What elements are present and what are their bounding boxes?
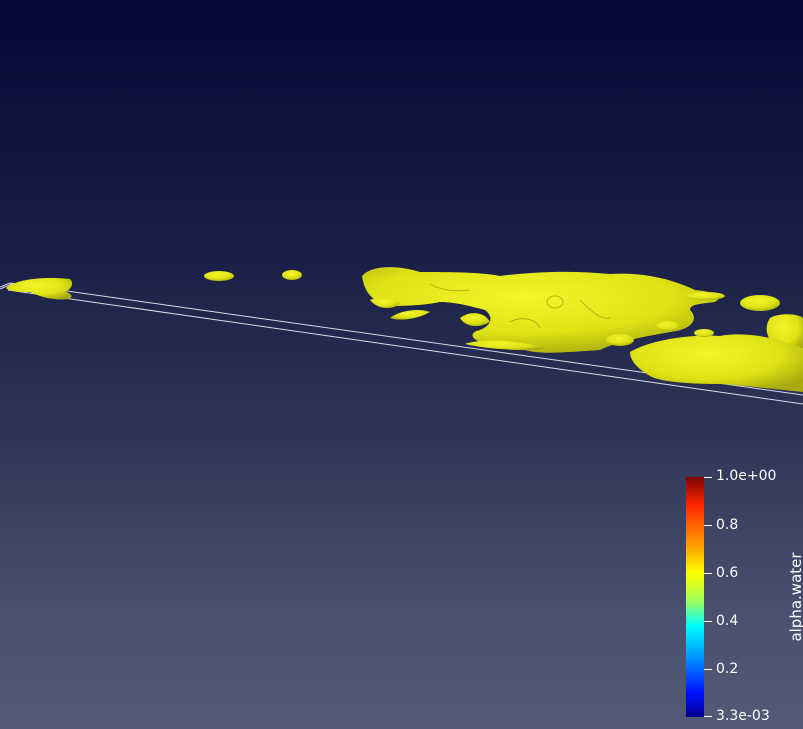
scalar-bar-label: 0.6 <box>716 565 739 581</box>
render-viewport[interactable]: 1.0e+00 0.8 0.6 0.4 0.2 3.3e-03 alpha.wa… <box>0 0 803 729</box>
scalar-bar-label: 0.4 <box>716 613 739 629</box>
scalar-bar-tick <box>704 669 712 670</box>
scalar-bar-label: 0.8 <box>716 517 739 533</box>
scalar-bar-label-min: 3.3e-03 <box>716 708 770 724</box>
scalar-bar-label: 0.2 <box>716 661 739 677</box>
scalar-bar-gradient <box>686 477 704 717</box>
isosurface-main-cluster <box>362 267 803 392</box>
scalar-bar-tick <box>704 525 712 526</box>
scalar-bar-tick <box>704 621 712 622</box>
scalar-bar-title: alpha.water <box>787 552 803 642</box>
isosurface-small-drops <box>204 270 302 281</box>
scalar-bar-tick <box>704 477 712 478</box>
scalar-bar-label-max: 1.0e+00 <box>716 468 777 484</box>
isosurface-left <box>6 278 73 300</box>
scalar-bar-tick <box>704 716 712 717</box>
3d-scene <box>0 267 803 405</box>
scalar-bar-tick <box>704 573 712 574</box>
